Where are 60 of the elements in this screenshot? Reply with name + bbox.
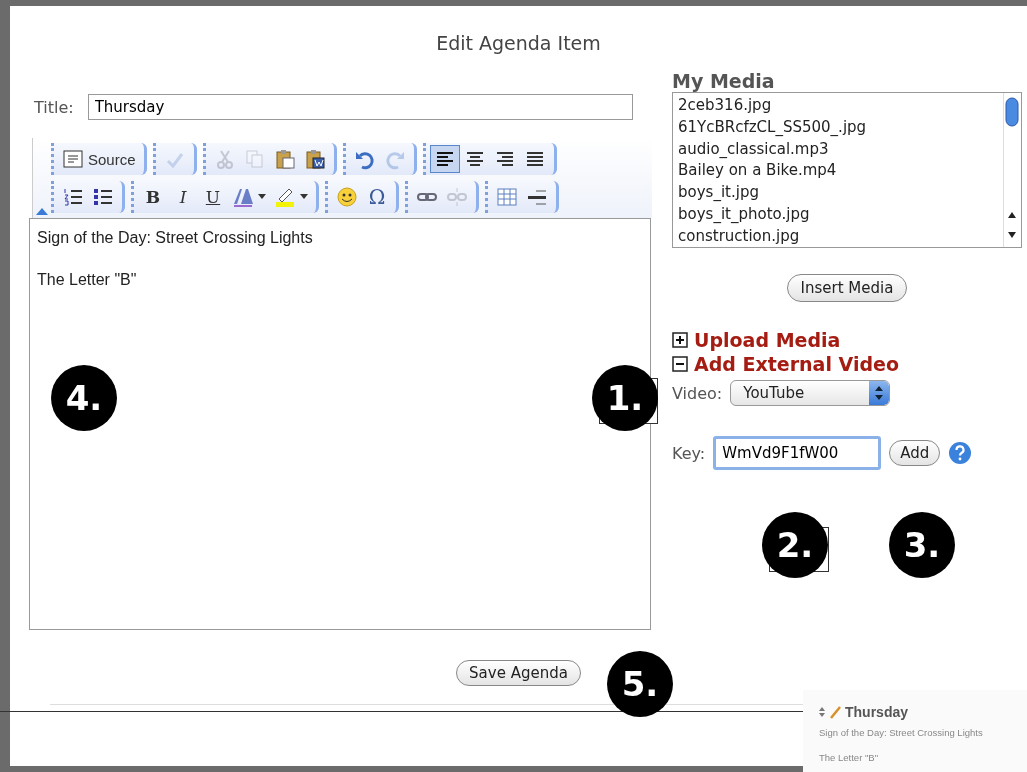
media-file-item[interactable]: boys_it_photo.jpg	[678, 204, 998, 226]
collapse-toolbar-icon[interactable]	[36, 208, 48, 215]
bulleted-list-icon	[92, 186, 114, 208]
media-file-item[interactable]: audio_classical.mp3	[678, 138, 998, 161]
media-heading: My Media	[672, 70, 776, 92]
plus-box-icon[interactable]	[672, 332, 688, 348]
callout-number: 1.	[592, 365, 658, 431]
source-icon	[62, 148, 84, 170]
copy-icon	[243, 148, 266, 170]
text-color-icon	[232, 186, 254, 208]
key-label: Key:	[672, 443, 706, 463]
video-label: Video:	[672, 383, 723, 403]
numbered-list-icon	[62, 186, 84, 208]
media-file-item[interactable]: 61YcBRcfzCL_SS500_.jpg	[678, 116, 998, 139]
paste-icon	[273, 148, 296, 170]
callout-number: 2.	[762, 512, 828, 578]
unlink-icon	[446, 186, 468, 208]
callout-number: 4.	[51, 365, 117, 431]
dropdown-caret-icon	[300, 194, 308, 200]
media-file-item[interactable]: boys_it.jpg	[678, 182, 998, 204]
minus-box-icon[interactable]	[672, 356, 688, 372]
format-button[interactable]: U	[198, 183, 228, 211]
smiley-icon	[336, 186, 358, 208]
preview-title: Thursday	[845, 704, 908, 720]
format-button[interactable]: I	[168, 183, 198, 211]
add-button[interactable]: Add	[889, 440, 941, 466]
section-toggle-link[interactable]: Add External Video	[694, 353, 899, 375]
dialog-title: Edit Agenda Item	[435, 31, 602, 54]
insert-media-button[interactable]: Insert Media	[786, 274, 908, 302]
video-select[interactable]: YouTube	[730, 380, 891, 406]
media-list[interactable]: 2ceb316.jpg 61YcBRcfzCL_SS500_.jpg audio_classical.mp3 Bailey on a Bike.mp4 boys_it.jpg boys_it_photo.jpg construction.jpg	[672, 92, 1022, 248]
scroll-down-icon[interactable]	[1007, 231, 1017, 239]
media-file-item[interactable]: 2ceb316.jpg	[678, 95, 998, 117]
callout-number: 5.	[607, 651, 673, 717]
help-icon[interactable]	[948, 441, 973, 465]
editor-paragraph: The Letter "B"	[37, 271, 138, 289]
pencil-icon	[829, 705, 841, 719]
media-file-item[interactable]: Bailey on a Bike.mp4	[678, 160, 998, 183]
dropdown-caret-icon	[258, 194, 266, 200]
highlight-icon	[274, 186, 296, 208]
save-agenda-button[interactable]: Save Agenda	[456, 660, 581, 686]
table-icon	[496, 186, 518, 208]
key-field[interactable]: WmVd9F1fW00	[713, 436, 882, 470]
align-left-button[interactable]	[429, 145, 460, 173]
callout-number: 3.	[889, 512, 955, 578]
scrollbar-thumb-icon[interactable]	[1005, 97, 1019, 127]
scroll-up-icon[interactable]	[1007, 211, 1017, 219]
media-file-item[interactable]: construction.jpg	[678, 225, 998, 248]
title-field[interactable]: Thursday	[87, 94, 633, 120]
section-toggle-link[interactable]: Upload Media	[694, 329, 841, 351]
paste-word-icon	[303, 148, 326, 170]
sort-icon	[819, 707, 825, 717]
title-label: Title:	[34, 97, 74, 117]
preview-line: The Letter "B"	[819, 752, 880, 763]
format-button[interactable]: Ω	[362, 183, 392, 211]
format-button[interactable]: B	[138, 183, 168, 211]
source-button[interactable]: Source	[58, 145, 140, 173]
select-arrows-icon	[869, 381, 890, 405]
preview-line: Sign of the Day: Street Crossing Lights	[819, 727, 984, 738]
editor-paragraph: Sign of the Day: Street Crossing Lights	[37, 229, 314, 247]
